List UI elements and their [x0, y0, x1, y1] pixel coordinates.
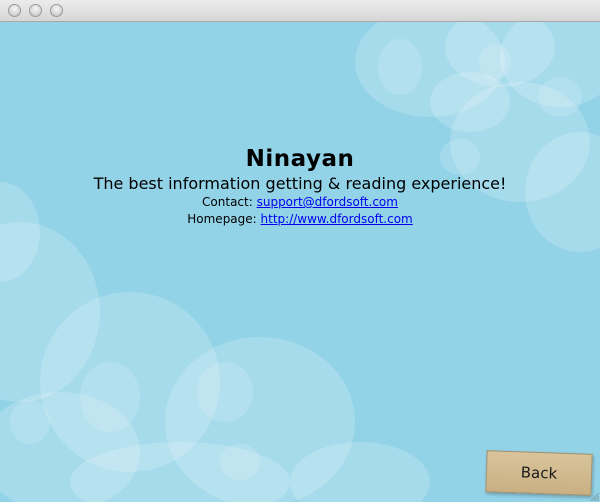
contact-email-link[interactable]: support@dfordsoft.com — [257, 195, 398, 209]
app-title: Ninayan — [245, 146, 355, 172]
app-window: Ninayan The best information getting & r… — [0, 0, 600, 502]
app-tagline: The best information getting & reading e… — [93, 174, 507, 193]
title-bar — [0, 0, 600, 22]
homepage-row: Homepage: http://www.dfordsoft.com — [0, 211, 600, 228]
contact-label: Contact: — [202, 195, 253, 209]
homepage-link[interactable]: http://www.dfordsoft.com — [261, 212, 413, 226]
close-window-button[interactable] — [8, 4, 21, 17]
resize-grip-icon[interactable] — [589, 491, 599, 501]
zoom-window-button[interactable] — [50, 4, 63, 17]
back-button[interactable]: Back — [485, 450, 593, 496]
about-panel: Ninayan The best information getting & r… — [0, 22, 600, 502]
contact-row: Contact: support@dfordsoft.com — [0, 194, 600, 211]
about-info: Ninayan The best information getting & r… — [0, 146, 600, 228]
cloud-pattern-background — [0, 22, 600, 502]
homepage-label: Homepage: — [187, 212, 257, 226]
minimize-window-button[interactable] — [29, 4, 42, 17]
